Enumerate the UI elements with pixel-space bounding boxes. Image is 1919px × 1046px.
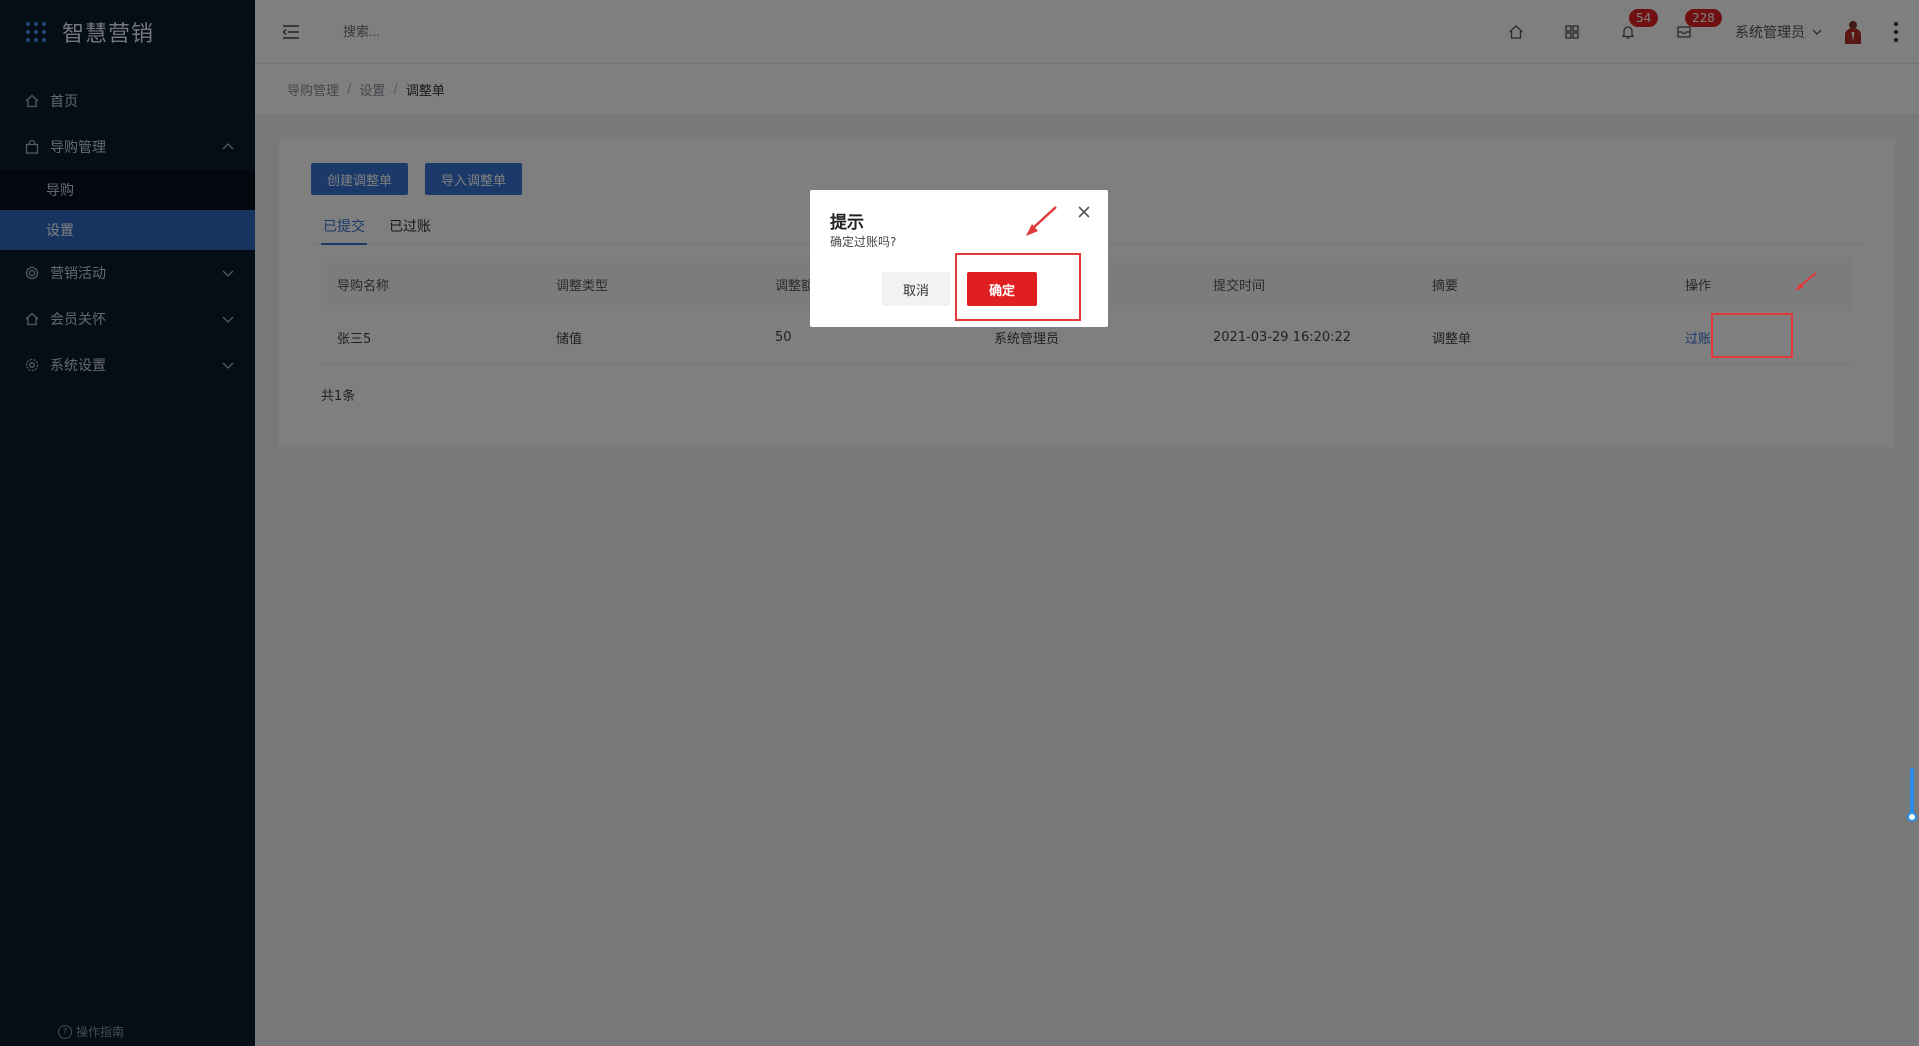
annotation-arrow-icon <box>1026 206 1057 236</box>
modal-overlay[interactable] <box>0 0 1919 1046</box>
annotation-box <box>1711 313 1793 358</box>
dialog-title: 提示 <box>830 213 864 233</box>
dialog-message: 确定过账吗? <box>830 235 897 249</box>
scrollbar-thumb[interactable] <box>1910 768 1914 818</box>
scrollbar-handle[interactable] <box>1907 812 1917 822</box>
cancel-button[interactable]: 取消 <box>882 272 950 306</box>
annotation-box <box>955 253 1081 321</box>
annotation-arrow-icon <box>1795 272 1817 291</box>
close-icon[interactable] <box>1076 204 1092 220</box>
